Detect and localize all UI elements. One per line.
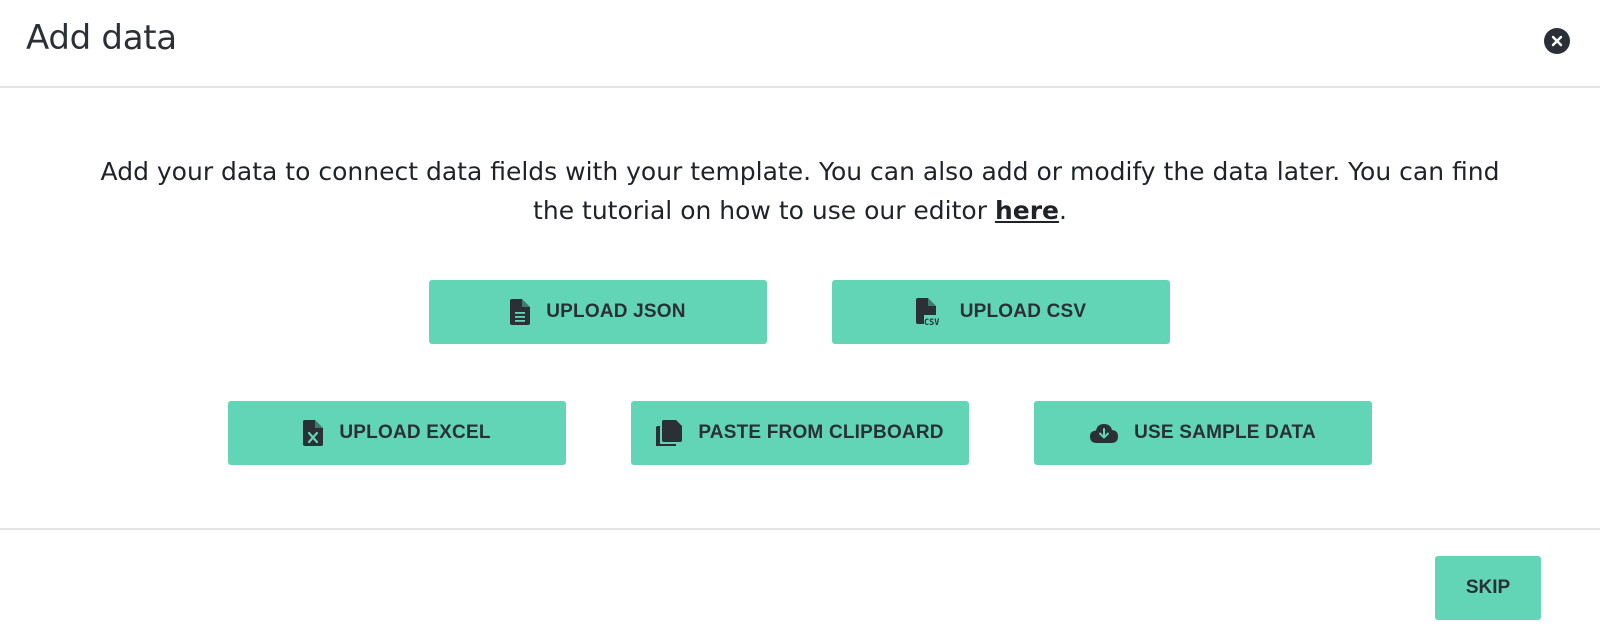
close-button[interactable] xyxy=(1544,28,1570,54)
dialog-title: Add data xyxy=(26,18,177,58)
upload-csv-button[interactable]: CSV UPLOAD CSV xyxy=(832,280,1170,344)
file-csv-icon: CSV xyxy=(915,298,944,326)
description-suffix: . xyxy=(1059,196,1067,225)
use-sample-data-button[interactable]: USE SAMPLE DATA xyxy=(1034,401,1372,465)
cloud-download-icon xyxy=(1090,423,1119,443)
upload-excel-button[interactable]: UPLOAD EXCEL xyxy=(228,401,566,465)
close-icon xyxy=(1551,35,1563,47)
upload-json-label: UPLOAD JSON xyxy=(546,301,686,322)
skip-button[interactable]: SKIP xyxy=(1435,556,1541,620)
file-excel-icon xyxy=(303,420,324,446)
skip-label: SKIP xyxy=(1465,577,1511,598)
dialog-footer: SKIP xyxy=(0,530,1600,632)
paste-clipboard-button[interactable]: PASTE FROM CLIPBOARD xyxy=(631,401,969,465)
use-sample-data-label: USE SAMPLE DATA xyxy=(1134,422,1316,443)
paste-clipboard-label: PASTE FROM CLIPBOARD xyxy=(698,422,944,443)
dialog-body: Add your data to connect data fields wit… xyxy=(0,88,1600,530)
description-text: Add your data to connect data fields wit… xyxy=(100,152,1500,230)
dialog-header: Add data xyxy=(0,0,1600,88)
upload-csv-label: UPLOAD CSV xyxy=(959,301,1087,322)
description-body: Add your data to connect data fields wit… xyxy=(100,157,1500,225)
svg-text:CSV: CSV xyxy=(924,318,939,326)
upload-excel-label: UPLOAD EXCEL xyxy=(339,422,491,443)
file-json-icon xyxy=(510,299,531,325)
clipboard-icon xyxy=(656,420,683,446)
upload-json-button[interactable]: UPLOAD JSON xyxy=(429,280,767,344)
tutorial-link[interactable]: here xyxy=(995,196,1059,225)
